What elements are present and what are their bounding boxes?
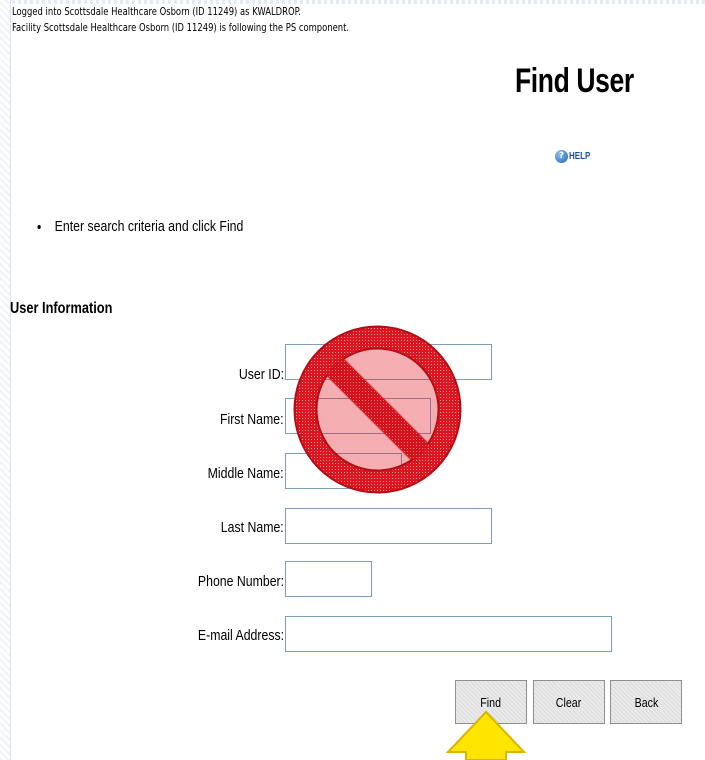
phone-number-label: Phone Number:: [197, 573, 284, 590]
email-address-input[interactable]: [285, 616, 612, 652]
user-id-label: User ID:: [238, 366, 284, 383]
help-label[interactable]: HELP: [569, 151, 590, 162]
instructions: Enter search criteria and click Find: [35, 218, 244, 235]
clear-button[interactable]: Clear: [533, 680, 605, 724]
clear-button-label: Clear: [556, 694, 582, 710]
back-button-label: Back: [634, 694, 658, 710]
left-frame-border: [0, 0, 11, 760]
facility-line: Facility Scottsdale Healthcare Osborn (I…: [12, 21, 350, 34]
help-link[interactable]: ? HELP: [555, 150, 596, 163]
middle-name-input[interactable]: [285, 453, 402, 489]
back-button[interactable]: Back: [610, 680, 682, 724]
phone-number-input[interactable]: [285, 561, 372, 597]
instruction-item: Enter search criteria and click Find: [50, 218, 244, 235]
find-button-label: Find: [480, 694, 502, 710]
first-name-label: First Name:: [220, 411, 284, 428]
email-address-label: E-mail Address:: [197, 627, 284, 644]
login-line: Logged into Scottsdale Healthcare Osborn…: [12, 5, 301, 18]
user-id-input[interactable]: [285, 344, 492, 380]
first-name-input[interactable]: [285, 398, 431, 434]
last-name-input[interactable]: [285, 508, 492, 544]
find-button[interactable]: Find: [455, 680, 527, 724]
section-heading: User Information: [10, 300, 113, 317]
login-info: Logged into Scottsdale Healthcare Osborn…: [12, 4, 349, 36]
middle-name-label: Middle Name:: [208, 465, 284, 482]
last-name-label: Last Name:: [221, 519, 284, 536]
page-title: Find User: [515, 62, 634, 100]
help-icon[interactable]: ?: [555, 150, 568, 163]
